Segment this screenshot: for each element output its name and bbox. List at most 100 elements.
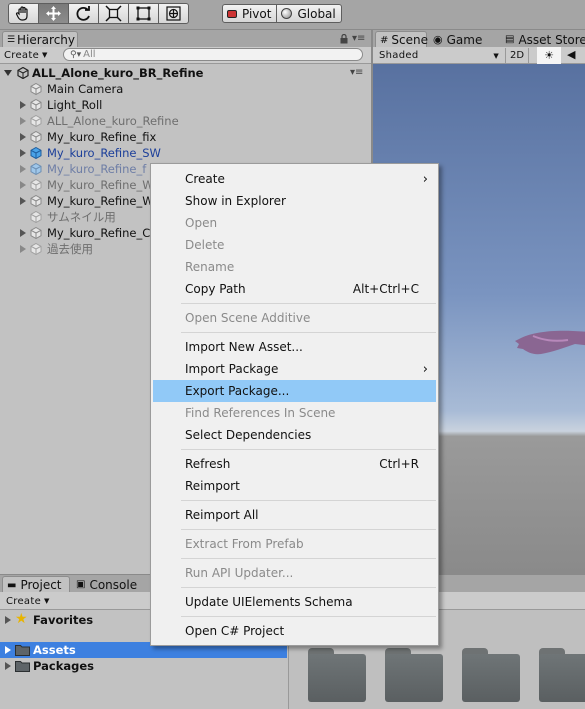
scene-root-row[interactable]: ALL_Alone_kuro_BR_Refine ▾≡ (0, 65, 371, 81)
dropdown-arrow-icon: ▼ (44, 597, 50, 605)
tab-game[interactable]: ◉ Game (429, 31, 499, 47)
menu-item-export-package[interactable]: Export Package... (153, 380, 436, 402)
hierarchy-item[interactable]: Main Camera (0, 81, 371, 97)
menu-separator (181, 332, 436, 333)
menu-item-import-new-asset[interactable]: Import New Asset... (153, 336, 436, 358)
folder-icon (15, 645, 30, 656)
hierarchy-item[interactable]: ALL_Alone_kuro_Refine (0, 113, 371, 129)
transform-tools (8, 3, 189, 24)
menu-item-find-references[interactable]: Find References In Scene (153, 402, 436, 424)
speaker-icon: ◀ (567, 48, 576, 61)
shading-mode-label: Shaded (379, 50, 419, 61)
menu-item-create[interactable]: Create › (153, 168, 436, 190)
gameobject-icon (30, 99, 42, 111)
pivot-toggle[interactable]: Pivot (222, 4, 278, 23)
menu-item-update-uielements-schema[interactable]: Update UIElements Schema (153, 591, 436, 613)
scene-lighting-toggle[interactable]: ☀ (537, 47, 561, 64)
hierarchy-item[interactable]: Light_Roll (0, 97, 371, 113)
expand-arrow-icon[interactable] (5, 662, 11, 670)
menu-item-open-csharp-project[interactable]: Open C# Project (153, 620, 436, 642)
asset-folder[interactable] (308, 648, 366, 704)
scene-toolbar: Shaded ▼ 2D ☀ ◀ (373, 47, 585, 64)
gameobject-icon (30, 115, 42, 127)
menu-item-label: Run API Updater... (185, 566, 294, 580)
menu-item-run-api-updater[interactable]: Run API Updater... (153, 562, 436, 584)
search-icon: ⚲▾ (70, 49, 82, 60)
menu-item-copy-path[interactable]: Copy Path Alt+Ctrl+C (153, 278, 436, 300)
grid-icon: # (380, 34, 389, 46)
panel-menu-icon[interactable]: ▾≡ (352, 33, 365, 44)
menu-item-shortcut: Alt+Ctrl+C (352, 282, 419, 296)
expand-arrow-icon[interactable] (5, 616, 11, 624)
expand-arrow-icon[interactable] (20, 133, 26, 141)
project-create-button[interactable]: Create ▼ (6, 594, 50, 608)
hierarchy-item[interactable]: My_kuro_Refine_fix (0, 129, 371, 145)
hierarchy-item-label: Main Camera (47, 82, 124, 96)
expand-arrow-icon[interactable] (5, 646, 11, 654)
expand-arrow-icon[interactable] (20, 197, 26, 205)
lock-icon[interactable] (340, 33, 348, 44)
expand-arrow-icon[interactable] (20, 149, 26, 157)
hand-tool-button[interactable] (8, 3, 39, 24)
menu-item-label: Rename (185, 260, 235, 274)
mode-2d-toggle[interactable]: 2D (505, 48, 529, 63)
menu-item-rename[interactable]: Rename (153, 256, 436, 278)
rect-icon (136, 6, 151, 21)
menu-separator (181, 303, 436, 304)
gamepad-icon: ◉ (433, 33, 443, 46)
global-label: Global (297, 6, 336, 21)
scene-menu-icon[interactable]: ▾≡ (350, 67, 363, 78)
hierarchy-search-input[interactable]: ⚲▾ All (63, 48, 363, 61)
tab-project[interactable]: ▬ Project (2, 576, 70, 592)
menu-item-import-package[interactable]: Import Package › (153, 358, 436, 380)
menu-item-reimport[interactable]: Reimport (153, 475, 436, 497)
rotate-tool-button[interactable] (68, 3, 99, 24)
menu-item-reimport-all[interactable]: Reimport All (153, 504, 436, 526)
asset-folder[interactable] (539, 648, 585, 704)
expand-arrow-icon[interactable] (20, 165, 26, 173)
unity-scene-icon (17, 67, 29, 79)
prefab-icon (30, 147, 42, 159)
scale-tool-button[interactable] (98, 3, 129, 24)
menu-item-open-scene-additive[interactable]: Open Scene Additive (153, 307, 436, 329)
shading-mode-dropdown[interactable]: Shaded ▼ (379, 48, 501, 63)
expand-arrow-icon[interactable] (20, 229, 26, 237)
tab-scene[interactable]: # Scene (375, 31, 428, 47)
menu-item-show-in-explorer[interactable]: Show in Explorer (153, 190, 436, 212)
move-tool-button[interactable] (38, 3, 69, 24)
menu-item-refresh[interactable]: Refresh Ctrl+R (153, 453, 436, 475)
folder-icon (539, 654, 585, 702)
expand-arrow-icon[interactable] (20, 181, 26, 189)
menu-separator (181, 500, 436, 501)
hierarchy-create-button[interactable]: Create ▼ (4, 48, 48, 62)
menu-separator (181, 616, 436, 617)
expand-arrow-icon[interactable] (4, 70, 12, 76)
tree-item-label: Favorites (33, 613, 94, 627)
tree-item-label: Assets (33, 643, 76, 657)
pivot-global-toggles: Pivot Global (222, 4, 342, 25)
tab-project-label: Project (20, 578, 62, 592)
tab-hierarchy[interactable]: ☰ Hierarchy (2, 31, 78, 47)
tab-asset-store[interactable]: ▤ Asset Store (501, 31, 585, 47)
expand-arrow-icon[interactable] (20, 117, 26, 125)
tab-asset-store-label: Asset Store (518, 32, 585, 47)
tab-console[interactable]: ▣ Console (72, 576, 146, 592)
asset-folder[interactable] (462, 648, 520, 704)
menu-item-open[interactable]: Open (153, 212, 436, 234)
menu-item-label: Extract From Prefab (185, 537, 304, 551)
hand-icon (15, 6, 28, 21)
rect-tool-button[interactable] (128, 3, 159, 24)
menu-item-extract-from-prefab[interactable]: Extract From Prefab (153, 533, 436, 555)
audio-toggle[interactable]: ◀ (567, 48, 575, 61)
expand-arrow-icon[interactable] (20, 101, 26, 109)
transform-tool-button[interactable] (158, 3, 189, 24)
menu-item-label: Copy Path (185, 282, 246, 296)
menu-item-delete[interactable]: Delete (153, 234, 436, 256)
folder-icon (385, 654, 443, 702)
global-toggle[interactable]: Global (276, 4, 342, 23)
expand-arrow-icon[interactable] (20, 245, 26, 253)
hierarchy-item[interactable]: My_kuro_Refine_SW (0, 145, 371, 161)
tree-item-packages[interactable]: Packages (0, 658, 287, 674)
menu-item-select-dependencies[interactable]: Select Dependencies (153, 424, 436, 446)
asset-folder[interactable] (385, 648, 443, 704)
